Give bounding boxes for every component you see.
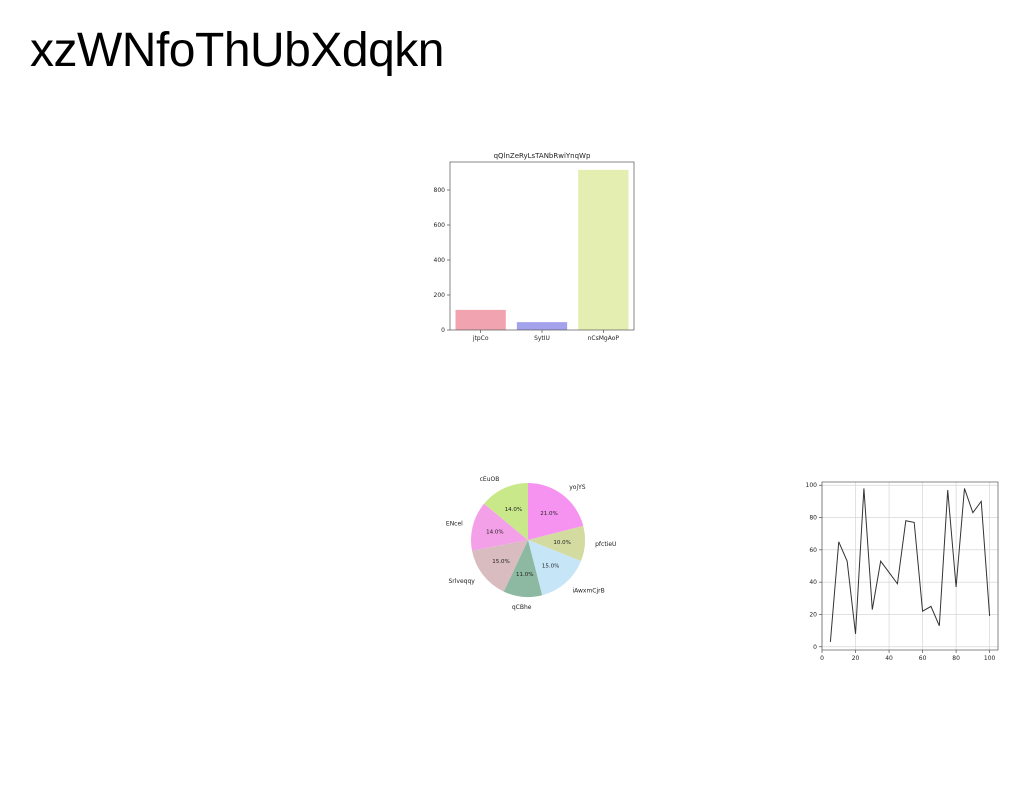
y-tick-label: 20 <box>809 611 817 618</box>
pie-label: yojYS <box>569 484 586 491</box>
y-tick-label: 600 <box>434 222 446 229</box>
y-tick-label: 100 <box>806 482 818 489</box>
y-tick-label: 400 <box>434 257 446 264</box>
pie-percent-label: 21.0% <box>540 511 557 517</box>
x-tick-label: 20 <box>852 655 860 662</box>
bar-chart-svg: qQlnZeRyLsTANbRwiYnqWp jtpCo SytIU nCsMgAoP… <box>434 152 635 342</box>
bar-nCsMgAoP <box>578 169 629 330</box>
x-tick-label: 60 <box>919 655 927 662</box>
page-title: xzWNfoThUbXdqkn <box>30 24 444 77</box>
pie-percent-label: 15.0% <box>492 559 509 565</box>
y-tick-label: 0 <box>441 327 445 334</box>
line-chart: 0 20 40 60 80 100 0 20 40 60 80 100 <box>802 474 1008 666</box>
pie-percent-label: 15.0% <box>542 564 559 570</box>
x-tick-label: jtpCo <box>472 335 489 342</box>
pie-percent-label: 11.0% <box>516 572 533 578</box>
y-tick-label: 800 <box>434 187 446 194</box>
line-chart-svg: 0 20 40 60 80 100 0 20 40 60 80 100 <box>806 481 999 662</box>
pie-percent-label: 10.0% <box>553 540 570 546</box>
pie-label: ENcel <box>446 520 463 527</box>
y-tick-label: 0 <box>813 644 817 651</box>
pie-label: qCBhe <box>512 604 532 611</box>
x-tick-label: 100 <box>984 655 996 662</box>
pie-percent-label: 14.0% <box>505 507 522 513</box>
x-tick-label: 0 <box>820 655 824 662</box>
y-tick-label: 200 <box>434 292 446 299</box>
line-series <box>829 488 991 642</box>
y-tick-label: 60 <box>809 547 817 554</box>
bar-chart-title: qQlnZeRyLsTANbRwiYnqWp <box>494 152 591 160</box>
y-tick-label: 40 <box>809 579 817 586</box>
pie-label: cEuOB <box>480 476 500 483</box>
x-tick-label: SytIU <box>534 335 550 342</box>
y-tick-label: 80 <box>809 515 817 522</box>
bar-SytIU <box>516 322 568 330</box>
pie-label: iAwxmCjrB <box>572 587 604 594</box>
x-tick-label: 80 <box>952 655 960 662</box>
bar-jtpCo <box>455 309 506 330</box>
pie-chart-svg: yojYS 21.0% pfctieU 10.0% iAwxmCjrB 15.0% qCBh… <box>446 476 617 611</box>
bar-chart: qQlnZeRyLsTANbRwiYnqWp jtpCo SytIU nCsMgAoP… <box>420 148 650 353</box>
x-tick-label: nCsMgAoP <box>588 335 620 342</box>
line-plot-frame <box>821 481 999 651</box>
x-tick-label: 40 <box>885 655 893 662</box>
pie-chart: yojYS 21.0% pfctieU 10.0% iAwxmCjrB 15.0% qCBh… <box>440 448 620 638</box>
pie-label: Srlveqqy <box>448 578 475 585</box>
pie-percent-label: 14.0% <box>486 529 503 535</box>
pie-label: pfctieU <box>595 541 616 548</box>
